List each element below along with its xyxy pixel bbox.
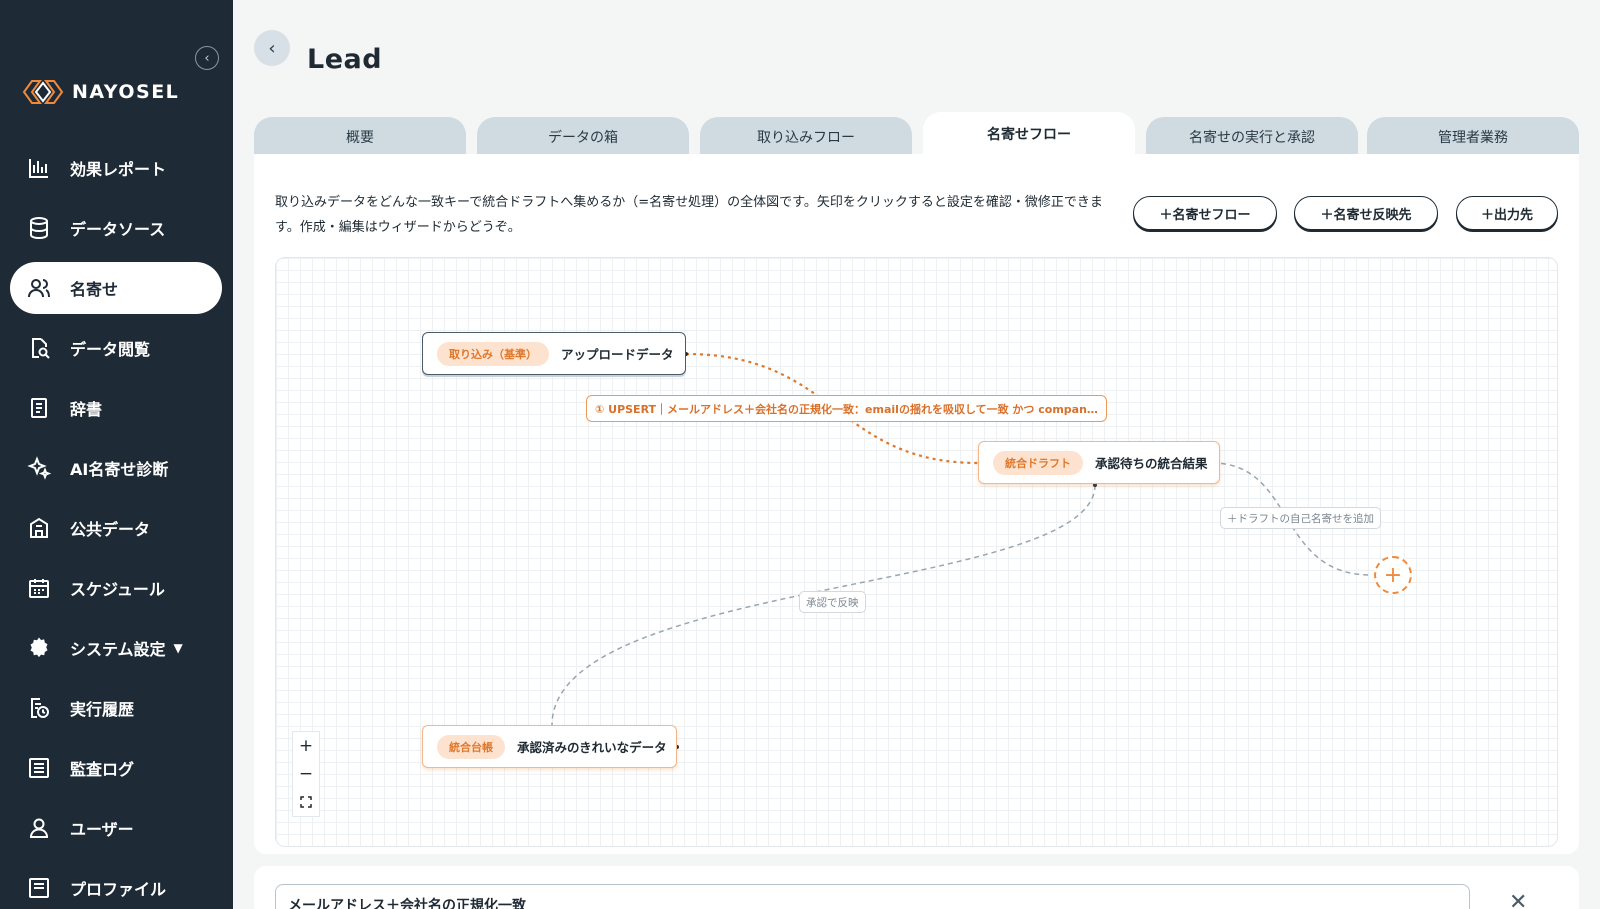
close-button[interactable]: ✕ <box>1509 890 1527 909</box>
sidebar-item-system-settings[interactable]: システム設定 ▼ <box>10 622 222 674</box>
node-label: 承認済みのきれいなデータ <box>517 740 667 755</box>
user-icon <box>26 815 52 841</box>
tab-admin[interactable]: 管理者業務 <box>1367 117 1579 156</box>
tab-overview[interactable]: 概要 <box>254 117 466 156</box>
building-icon <box>26 515 52 541</box>
zoom-controls: + − <box>292 731 320 817</box>
node-chip: 統合台帳 <box>437 734 505 759</box>
profile-icon <box>26 875 52 901</box>
sidebar-item-label: ユーザー <box>70 820 134 839</box>
sidebar-item-label: プロファイル <box>70 880 167 899</box>
node-label: アップロードデータ <box>561 347 674 362</box>
flow-description: 取り込みデータをどんな一致キーで統合ドラフトへ集めるか（=名寄せ処理）の全体図で… <box>275 195 1103 235</box>
node-integrated-ledger[interactable]: 統合台帳 承認済みのきれいなデータ <box>422 725 677 768</box>
sidebar-item-label: 公共データ <box>70 520 151 539</box>
add-nayose-flow-button[interactable]: ＋名寄せフロー <box>1133 196 1277 230</box>
bar-chart-icon <box>26 155 52 181</box>
sidebar-item-label: 名寄せ <box>70 280 119 299</box>
logo[interactable]: NAYOSEL <box>22 78 179 106</box>
sidebar-item-label: システム設定 <box>70 640 166 659</box>
sidebar-item-label: 辞書 <box>70 400 103 419</box>
back-button[interactable]: ‹ <box>254 30 290 66</box>
approve-reflect-label[interactable]: 承認で反映 <box>799 591 866 613</box>
sidebar-item-users[interactable]: ユーザー <box>10 802 222 854</box>
logo-mark-icon <box>22 80 64 104</box>
book-icon <box>26 395 52 421</box>
sidebar-item-schedule[interactable]: スケジュール <box>10 562 222 614</box>
node-upload-data[interactable]: 取り込み（基準） アップロードデータ <box>422 332 686 375</box>
node-chip: 取り込み（基準） <box>437 341 549 366</box>
zoom-in-button[interactable]: + <box>293 732 319 760</box>
sidebar-item-label: データソース <box>70 220 166 239</box>
log-icon <box>26 755 52 781</box>
sidebar-item-history[interactable]: 実行履歴 <box>10 682 222 734</box>
chevron-left-icon: ‹ <box>204 50 210 66</box>
sidebar-item-label: 監査ログ <box>70 760 135 779</box>
flow-canvas[interactable]: 取り込み（基準） アップロードデータ ① UPSERT｜メールアドレス＋会社名の… <box>275 257 1558 847</box>
zoom-out-button[interactable]: − <box>293 760 319 788</box>
sidebar-item-profile[interactable]: プロファイル <box>10 862 222 909</box>
edge-rule-label[interactable]: ① UPSERT｜メールアドレス＋会社名の正規化一致：emailの揺れを吸収して… <box>586 395 1107 422</box>
add-output-button[interactable]: ＋出力先 <box>1456 196 1558 230</box>
sparkles-icon <box>26 455 52 481</box>
sidebar-item-label: 効果レポート <box>70 160 167 179</box>
users-icon <box>26 275 52 301</box>
sidebar-item-nayose[interactable]: 名寄せ <box>10 262 222 314</box>
document-search-icon <box>26 335 52 361</box>
calendar-icon <box>26 575 52 601</box>
tab-nayose-flow[interactable]: 名寄せフロー <box>923 112 1135 156</box>
sidebar: ‹ NAYOSEL 効果レポート データソース 名寄せ データ閲覧 辞書 AI名… <box>0 0 233 909</box>
gear-icon <box>26 635 52 661</box>
fit-view-icon <box>300 796 312 808</box>
sidebar-item-report[interactable]: 効果レポート <box>10 142 222 194</box>
chevron-down-icon: ▼ <box>173 641 183 655</box>
logo-text: NAYOSEL <box>72 81 180 103</box>
sidebar-item-label: 実行履歴 <box>70 700 135 719</box>
tab-import-flow[interactable]: 取り込みフロー <box>700 117 912 156</box>
sidebar-item-data-browse[interactable]: データ閲覧 <box>10 322 222 374</box>
close-icon: ✕ <box>1509 890 1528 909</box>
page-title: Lead <box>307 44 383 75</box>
sidebar-item-label: AI名寄せ診断 <box>70 460 169 479</box>
sidebar-item-label: データ閲覧 <box>70 340 151 359</box>
sidebar-item-ai-diagnosis[interactable]: AI名寄せ診断 <box>10 442 222 494</box>
tab-bar: 概要 データの箱 取り込みフロー 名寄せフロー 名寄せの実行と承認 管理者業務 <box>254 112 1579 156</box>
add-node-button[interactable]: + <box>1374 556 1412 594</box>
fit-view-button[interactable] <box>293 788 319 816</box>
node-chip: 統合ドラフト <box>993 450 1083 475</box>
history-icon <box>26 695 52 721</box>
plus-circle-icon: + <box>1383 562 1403 588</box>
tab-data-box[interactable]: データの箱 <box>477 117 689 156</box>
database-icon <box>26 215 52 241</box>
node-label: 承認待ちの統合結果 <box>1095 456 1208 471</box>
sidebar-item-datasource[interactable]: データソース <box>10 202 222 254</box>
add-reflect-target-button[interactable]: ＋名寄せ反映先 <box>1294 196 1438 230</box>
tab-execute-approve[interactable]: 名寄せの実行と承認 <box>1146 117 1358 156</box>
sidebar-collapse-button[interactable]: ‹ <box>195 46 219 70</box>
main-panel: 取り込みデータをどんな一致キーで統合ドラフトへ集めるか（=名寄せ処理）の全体図で… <box>254 154 1579 854</box>
sidebar-item-audit-log[interactable]: 監査ログ <box>10 742 222 794</box>
sidebar-item-label: スケジュール <box>70 580 165 599</box>
node-integrated-draft[interactable]: 統合ドラフト 承認待ちの統合結果 <box>978 441 1220 484</box>
sidebar-item-public-data[interactable]: 公共データ <box>10 502 222 554</box>
rule-name-field[interactable]: メールアドレス＋会社名の正規化一致 <box>275 884 1470 909</box>
add-self-merge-label[interactable]: ＋ドラフトの自己名寄せを追加 <box>1220 507 1381 529</box>
rule-detail-panel: メールアドレス＋会社名の正規化一致 ✕ <box>254 866 1579 909</box>
sidebar-item-dictionary[interactable]: 辞書 <box>10 382 222 434</box>
chevron-left-icon: ‹ <box>268 37 276 59</box>
